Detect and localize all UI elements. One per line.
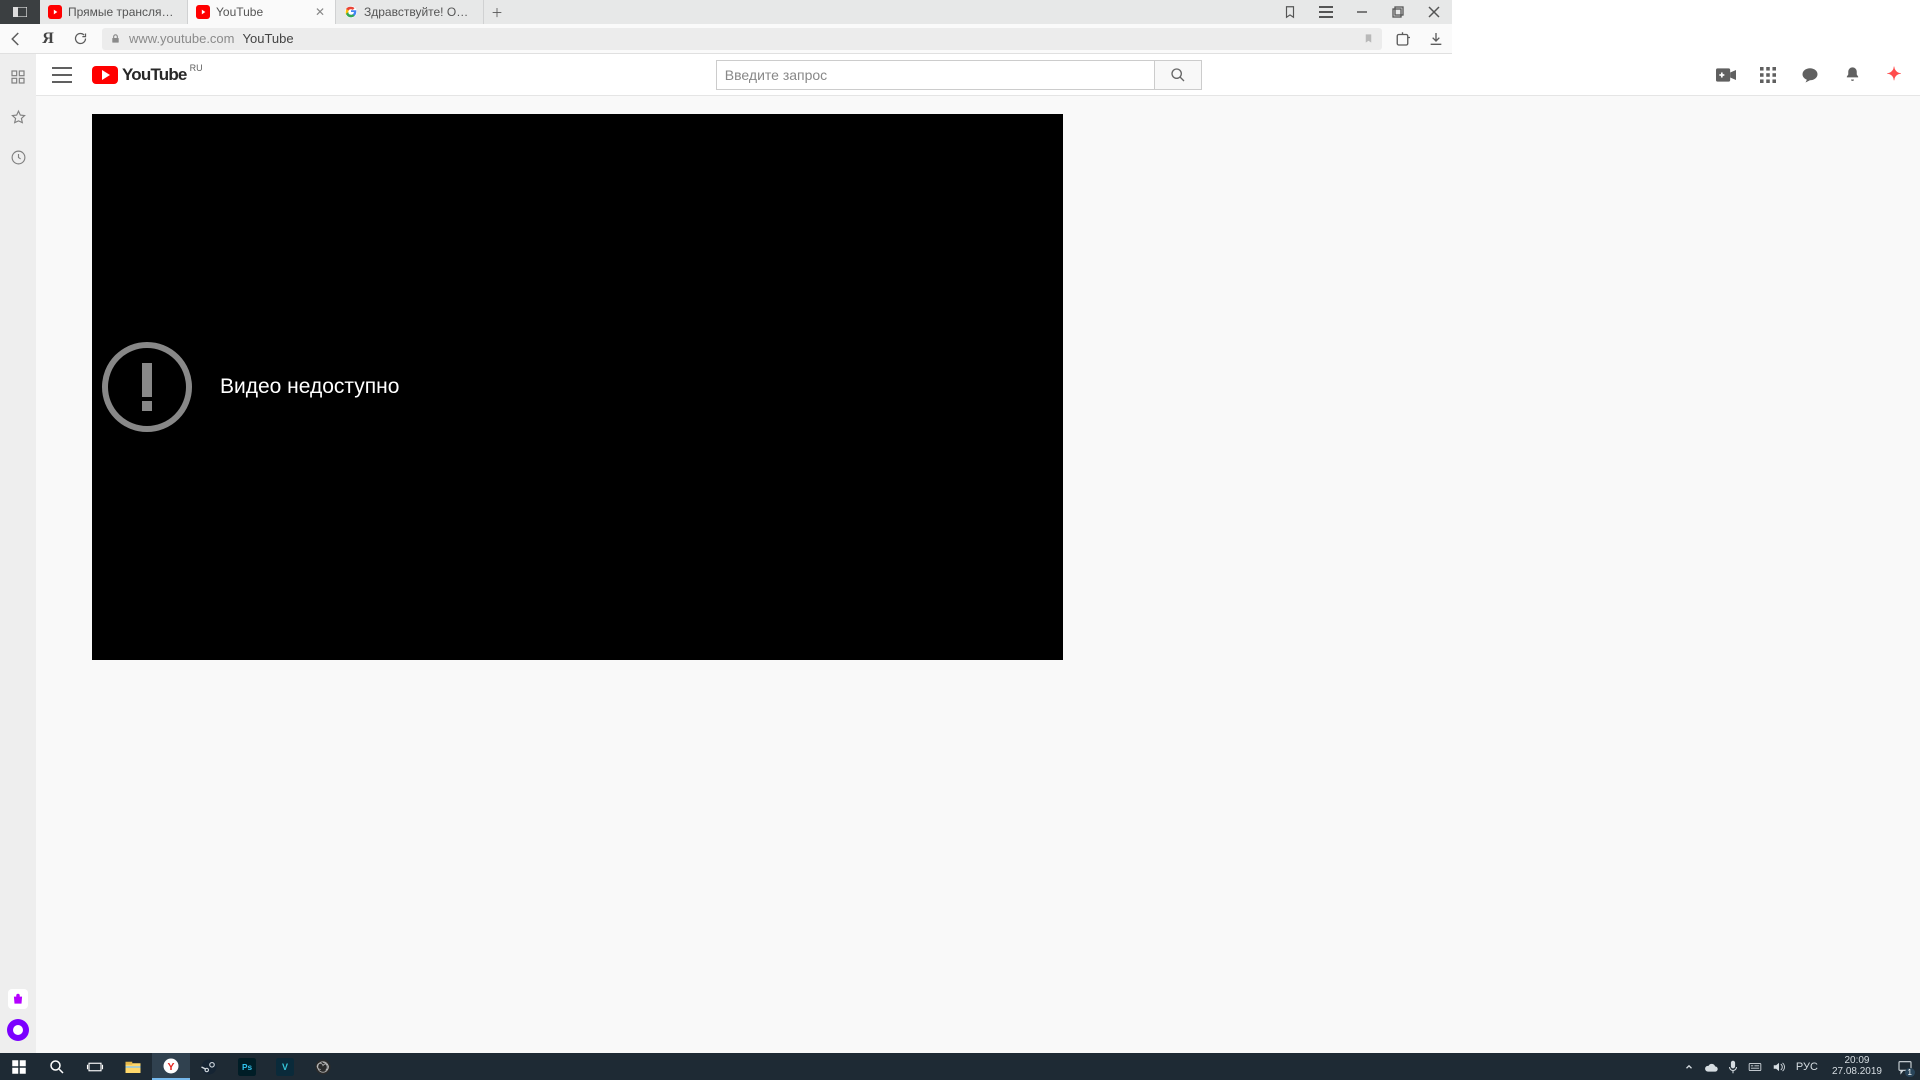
back-button[interactable] [0,30,32,48]
lock-icon [110,32,121,45]
notifications-icon[interactable] [1842,65,1862,85]
downloads-button[interactable] [1420,31,1452,47]
windows-taskbar: Y Ps V РУС 20:09 27.08.2019 1 [0,1053,1920,1080]
input-icon[interactable] [1748,1061,1762,1073]
youtube-search [716,60,1202,90]
tray-chevron-icon[interactable] [1684,1062,1694,1072]
search-button[interactable] [1154,60,1202,90]
youtube-play-icon [92,66,118,84]
favorites-icon[interactable] [9,108,27,126]
tableau-icon[interactable] [9,68,27,86]
bookmarks-dropdown-icon[interactable] [1272,5,1308,19]
vegas-taskbar[interactable]: V [266,1053,304,1080]
language-indicator[interactable]: РУС [1796,1061,1818,1073]
youtube-icon [48,5,62,19]
browser-tabstrip: Прямые трансляции - You YouTube ✕ Здравс… [0,0,1452,24]
clock-date: 27.08.2019 [1832,1067,1882,1078]
url-host: www.youtube.com [129,31,235,46]
svg-text:Y: Y [167,1060,174,1072]
youtube-region: RU [190,63,203,73]
extension-button[interactable] [1388,30,1420,48]
panel-toggle[interactable] [0,0,40,24]
youtube-logo[interactable]: YouTube RU [92,65,202,85]
error-message: Видео недоступно [220,375,399,399]
browser-tab-1[interactable]: YouTube ✕ [188,0,336,24]
clock-time: 20:09 [1844,1056,1869,1067]
svg-text:V: V [282,1062,288,1072]
yandex-siderail [0,54,36,1053]
bookmark-icon[interactable] [1363,32,1374,45]
video-player[interactable]: Видео недоступно [92,114,1063,660]
system-tray[interactable]: РУС [1678,1053,1824,1080]
taskbar-clock[interactable]: 20:09 27.08.2019 [1824,1053,1890,1080]
address-field[interactable]: www.youtube.com YouTube [102,28,1382,50]
youtube-header: YouTube RU ✦ [36,54,1920,96]
yandex-home-button[interactable]: Я [32,30,64,48]
window-minimize[interactable] [1344,6,1380,18]
messages-icon[interactable] [1800,65,1820,85]
hamburger-menu[interactable] [52,67,92,83]
google-icon [344,5,358,19]
error-icon [102,342,192,432]
new-tab-button[interactable]: ＋ [484,4,510,21]
photoshop-taskbar[interactable]: Ps [228,1053,266,1080]
mic-icon[interactable] [1728,1060,1738,1074]
start-button[interactable] [0,1053,38,1080]
browser-menu-icon[interactable] [1308,6,1344,18]
alisa-icon[interactable] [7,1019,29,1041]
browser-tab-2[interactable]: Здравствуйте! Ошибка "Ви [336,0,484,24]
window-close[interactable] [1416,6,1452,18]
url-title: YouTube [243,31,294,46]
yandex-taskbar[interactable]: Y [152,1053,190,1080]
tab-title: Прямые трансляции - You [68,5,179,19]
youtube-icon [196,5,210,19]
close-tab-icon[interactable]: ✕ [315,5,327,19]
tab-title: YouTube [216,5,309,19]
search-taskbar-button[interactable] [38,1053,76,1080]
notif-badge: 1 [1905,1068,1915,1077]
volume-icon[interactable] [1772,1061,1786,1073]
shop-icon[interactable] [8,989,28,1009]
page-content: YouTube RU ✦ [36,54,1920,1053]
browser-addressbar: Я www.youtube.com YouTube [0,24,1452,54]
obs-taskbar[interactable] [304,1053,342,1080]
create-icon[interactable] [1716,65,1736,85]
youtube-body: Видео недоступно [36,96,1920,1053]
history-icon[interactable] [9,148,27,166]
signin-button[interactable]: ✦ [1884,65,1904,85]
steam-taskbar[interactable] [190,1053,228,1080]
cloud-icon[interactable] [1704,1061,1718,1073]
taskview-button[interactable] [76,1053,114,1080]
youtube-wordmark: YouTube [122,65,187,85]
tab-title: Здравствуйте! Ошибка "Ви [364,5,475,19]
apps-icon[interactable] [1758,65,1778,85]
explorer-taskbar[interactable] [114,1053,152,1080]
reload-button[interactable] [64,31,96,46]
action-center[interactable]: 1 [1890,1053,1920,1080]
svg-text:Ps: Ps [242,1063,253,1072]
window-maximize[interactable] [1380,6,1416,18]
search-input[interactable] [716,60,1154,90]
browser-tab-0[interactable]: Прямые трансляции - You [40,0,188,24]
